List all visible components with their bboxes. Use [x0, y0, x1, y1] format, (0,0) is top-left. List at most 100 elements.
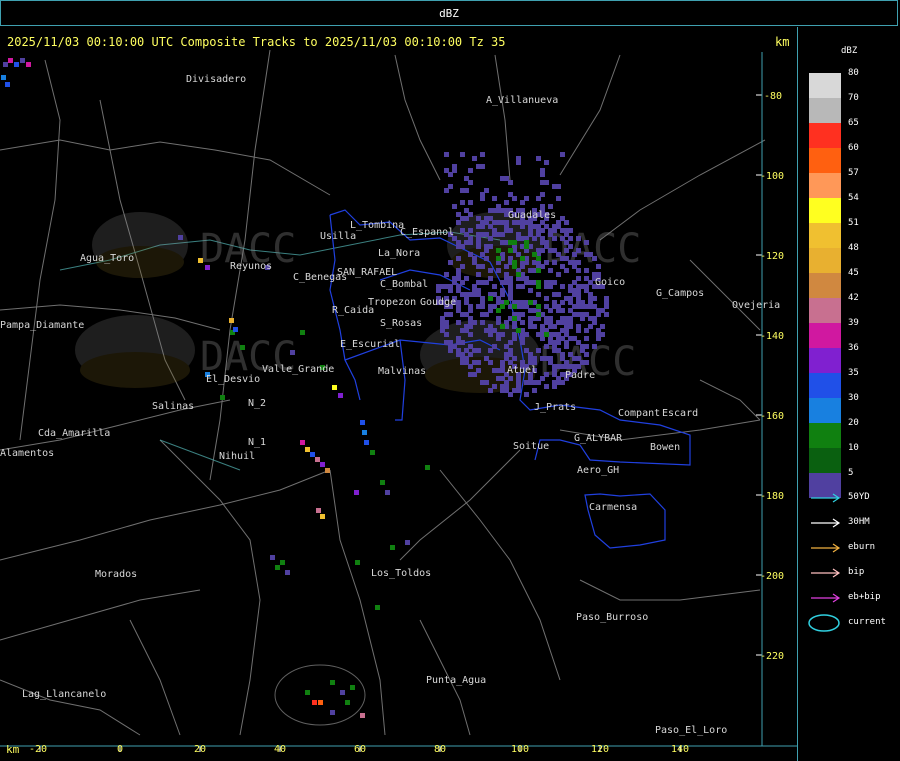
echo-pixel: [576, 312, 581, 317]
place-label: Paso_El_Loro: [655, 725, 727, 736]
echo-pixel: [576, 268, 581, 273]
place-label: Goico: [595, 277, 625, 288]
echo-pixel: [476, 264, 481, 269]
echo-pixel: [480, 296, 485, 301]
echo-pixel: [500, 176, 505, 181]
legend-swatch: [809, 273, 841, 298]
legend-value-label: 42: [848, 293, 859, 303]
echo-pixel: [484, 220, 489, 225]
track-arrow-icon: [811, 518, 841, 528]
echo-pixel: [325, 468, 330, 473]
legend-value-label: 5: [848, 468, 854, 478]
echo-pixel: [548, 316, 553, 321]
place-label: S_Rosas: [380, 318, 422, 329]
y-tick-label: -80: [764, 91, 782, 102]
echo-pixel: [536, 292, 541, 297]
echo-pixel: [588, 280, 593, 285]
y-tick-label: -160: [760, 411, 784, 422]
echo-pixel: [548, 204, 553, 209]
echo-pixel: [305, 690, 310, 695]
legend-value-label: 39: [848, 318, 859, 328]
legend-value-label: 48: [848, 243, 859, 253]
echo-pixel: [456, 244, 461, 249]
legend-swatch: [809, 198, 841, 223]
track-arrow-icon: [811, 493, 841, 503]
echo-pixel: [444, 312, 449, 317]
echo-pixel: [500, 384, 505, 389]
echo-pixel: [524, 332, 529, 337]
echo-pixel: [484, 188, 489, 193]
echo-pixel: [26, 62, 31, 67]
window-title-bar: dBZ: [0, 0, 898, 26]
echo-pixel: [5, 82, 10, 87]
place-label: Pampa_Diamante: [0, 320, 84, 331]
y-tick-label: -140: [760, 331, 784, 342]
place-label: G_Campos: [656, 288, 704, 299]
echo-pixel: [370, 450, 375, 455]
legend-swatch: [809, 398, 841, 423]
legend-value-label: 35: [848, 368, 859, 378]
place-label: G_ALYBAR: [574, 433, 623, 444]
echo-pixel: [468, 200, 473, 205]
echo-pixel: [220, 395, 225, 400]
x-tick-label: 0: [117, 744, 123, 755]
echo-pixel: [572, 252, 577, 257]
echo-pixel: [476, 216, 481, 221]
x-tick-label: 140: [671, 744, 689, 755]
echo-pixel: [488, 268, 493, 273]
echo-pixel: [548, 268, 553, 273]
echo-pixel: [480, 152, 485, 157]
echo-pixel: [564, 344, 569, 349]
track-arrow-icon: [811, 543, 841, 553]
echo-pixel: [504, 264, 509, 269]
place-label: SAN_RAFAEL: [337, 267, 397, 278]
echo-pixel: [480, 196, 485, 201]
echo-pixel: [528, 356, 533, 361]
place-label: A_Villanueva: [486, 95, 558, 106]
echo-pixel: [285, 570, 290, 575]
y-tick-label: -200: [760, 571, 784, 582]
echo-pixel: [355, 560, 360, 565]
echo-pixel: [178, 235, 183, 240]
place-label: N_2: [248, 398, 266, 409]
echo-pixel: [568, 296, 573, 301]
legend-swatch: [809, 423, 841, 448]
echo-pixel: [270, 555, 275, 560]
echo-pixel: [468, 316, 473, 321]
echo-pixel: [488, 236, 493, 241]
echo-pixel: [512, 388, 517, 393]
x-tick-label: 60: [354, 744, 366, 755]
echo-pixel: [488, 296, 493, 301]
place-label: Padre: [565, 370, 595, 381]
echo-pixel: [576, 288, 581, 293]
echo-pixel: [552, 364, 557, 369]
echo-pixel: [540, 356, 545, 361]
echo-pixel: [360, 420, 365, 425]
echo-pixel: [444, 188, 449, 193]
echo-pixel: [316, 508, 321, 513]
echo-pixel: [544, 344, 549, 349]
place-label: Aero_GH: [577, 465, 619, 476]
echo-pixel: [512, 316, 517, 321]
km-unit-top: km: [775, 35, 790, 49]
echo-pixel: [444, 152, 449, 157]
echo-pixel: [528, 300, 533, 305]
echo-pixel: [544, 332, 549, 337]
echo-pixel: [520, 200, 525, 205]
legend-title: dBZ: [841, 46, 858, 56]
echo-pixel: [476, 288, 481, 293]
echo-pixel: [584, 288, 589, 293]
radar-map[interactable]: DACC DACC DACC DACC Divisadero A_Villanu…: [0, 27, 798, 761]
legend-value-label: 30: [848, 393, 859, 403]
place-label: Morados: [95, 569, 137, 580]
echo-pixel: [520, 320, 525, 325]
echo-pixel: [488, 388, 493, 393]
echo-pixel: [8, 58, 13, 63]
legend-value-label: 51: [848, 218, 859, 228]
legend-swatch: [809, 298, 841, 323]
echo-pixel: [532, 252, 537, 257]
echo-pixel: [528, 280, 533, 285]
echo-pixel: [20, 58, 25, 63]
echo-pixel: [290, 350, 295, 355]
place-label: Alamentos: [0, 448, 54, 459]
